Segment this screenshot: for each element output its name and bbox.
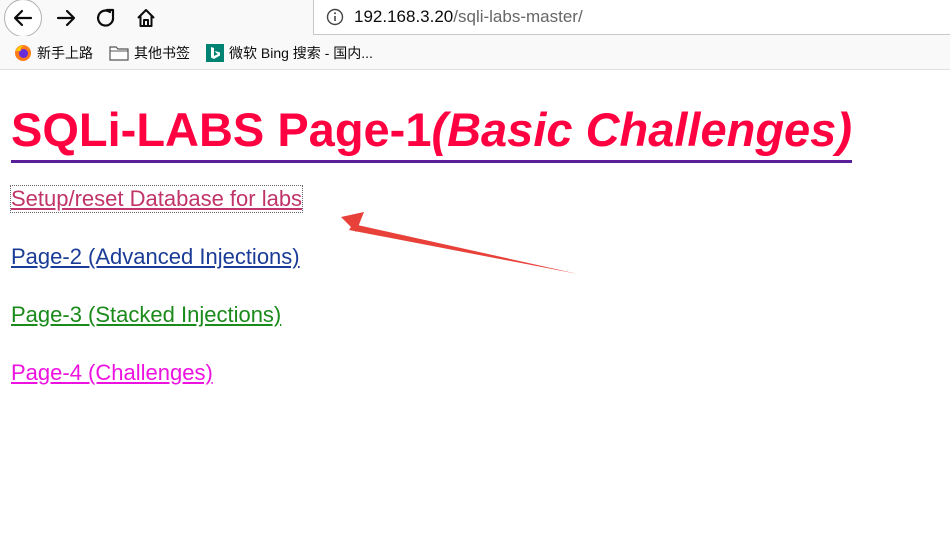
bookmark-bing[interactable]: 微软 Bing 搜索 - 国内...: [206, 43, 373, 63]
page-2-link[interactable]: Page-2 (Advanced Injections): [11, 244, 300, 270]
url-bar[interactable]: 192.168.3.20/sqli-labs-master/: [313, 0, 950, 35]
forward-button[interactable]: [50, 2, 82, 34]
page-content: SQLi-LABS Page-1(Basic Challenges): [11, 100, 852, 163]
arrow-left-icon: [13, 9, 33, 27]
bookmark-other-bookmarks[interactable]: 其他书签: [109, 43, 190, 63]
page-4-link[interactable]: Page-4 (Challenges): [11, 360, 213, 386]
page-title-main: SQLi-LABS Page-1: [11, 103, 432, 156]
reload-icon: [97, 8, 115, 27]
url-text[interactable]: 192.168.3.20/sqli-labs-master/: [354, 7, 583, 27]
folder-icon: [109, 45, 129, 61]
bookmark-getting-started[interactable]: 新手上路: [14, 43, 93, 63]
setup-reset-database-link[interactable]: Setup/reset Database for labs: [9, 185, 304, 213]
bookmarks-bar: 新手上路 其他书签 微软 Bing 搜索 - 国内...: [0, 36, 950, 70]
browser-toolbar: 192.168.3.20/sqli-labs-master/: [0, 0, 950, 37]
home-icon: [137, 9, 155, 27]
url-path: /sqli-labs-master/: [453, 7, 583, 26]
reload-button[interactable]: [90, 2, 122, 34]
bing-icon: [206, 43, 224, 62]
firefox-icon: [15, 44, 31, 61]
page-3-link[interactable]: Page-3 (Stacked Injections): [11, 302, 281, 328]
bookmark-label: 其他书签: [134, 44, 190, 61]
url-host: 192.168.3.20: [354, 7, 454, 26]
page-title-sub: (Basic Challenges): [431, 103, 852, 156]
info-icon[interactable]: [326, 8, 344, 26]
back-button[interactable]: [4, 0, 42, 37]
bookmark-label: 新手上路: [37, 44, 93, 61]
bookmark-label: 微软 Bing 搜索 - 国内...: [229, 44, 373, 61]
home-button[interactable]: [130, 2, 162, 34]
arrow-right-icon: [56, 9, 76, 27]
page-title: SQLi-LABS Page-1(Basic Challenges): [11, 100, 852, 163]
